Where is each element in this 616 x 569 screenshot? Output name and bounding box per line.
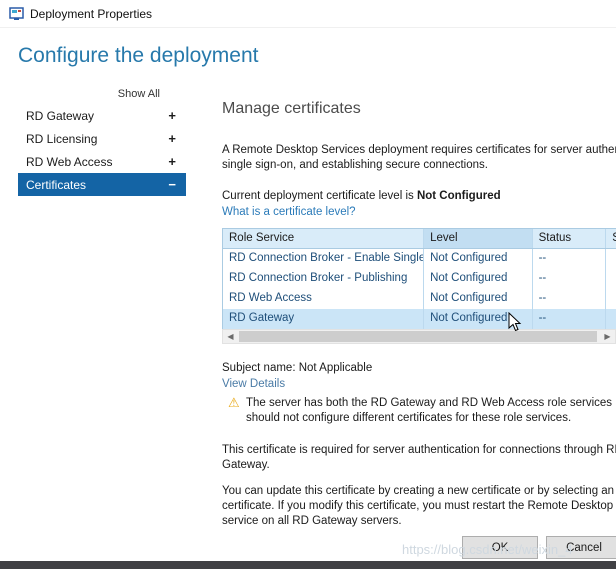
cell-state <box>606 249 616 269</box>
cell-level: Not Configured <box>424 269 533 289</box>
sidebar-item-rd-licensing[interactable]: RD Licensing + <box>18 127 186 150</box>
sidebar-item-certificates[interactable]: Certificates − <box>18 173 186 196</box>
section-title: Manage certificates <box>222 100 361 118</box>
cell-state <box>606 309 616 329</box>
table-header-row: Role Service Level Status State <box>223 229 616 249</box>
cancel-button[interactable]: Cancel <box>546 536 616 559</box>
update-cert-line-3: service on all RD Gateway servers. <box>222 515 402 527</box>
page-title: Configure the deployment <box>18 44 259 68</box>
column-header-level[interactable]: Level <box>424 229 533 248</box>
intro-line-2: single sign-on, and establishing secure … <box>222 159 488 171</box>
table-row-connection-broker-publishing[interactable]: RD Connection Broker - Publishing Not Co… <box>223 269 616 289</box>
cell-state <box>606 289 616 309</box>
sidebar-item-label: Certificates <box>26 178 86 192</box>
level-status-prefix: Current deployment certificate level is <box>222 190 417 202</box>
certificate-level-help-link[interactable]: What is a certificate level? <box>222 206 356 218</box>
bottom-edge-strip <box>0 561 616 569</box>
scroll-right-icon[interactable]: ▶ <box>600 330 615 343</box>
update-cert-line-1: You can update this certificate by creat… <box>222 485 616 497</box>
ok-button[interactable]: OK <box>462 536 538 559</box>
cell-role-service: RD Connection Broker - Publishing <box>223 269 424 289</box>
sidebar-item-label: RD Licensing <box>26 132 97 146</box>
view-details-link[interactable]: View Details <box>222 378 285 390</box>
deployment-properties-window: Deployment Properties Configure the depl… <box>0 0 616 569</box>
certificates-table: Role Service Level Status State RD Conne… <box>222 228 616 330</box>
warning-icon: ⚠ <box>228 395 240 411</box>
cert-required-line-2: Gateway. <box>222 459 270 471</box>
cell-level: Not Configured <box>424 309 533 329</box>
column-header-status[interactable]: Status <box>533 229 607 248</box>
scrollbar-thumb[interactable] <box>239 331 597 342</box>
cell-role-service: RD Web Access <box>223 289 424 309</box>
cell-role-service: RD Gateway <box>223 309 424 329</box>
expand-icon[interactable]: + <box>168 154 176 169</box>
window-title: Deployment Properties <box>30 7 152 21</box>
collapse-icon[interactable]: − <box>168 177 176 192</box>
sidebar-item-label: RD Gateway <box>26 109 94 123</box>
show-all-link[interactable]: Show All <box>18 88 160 100</box>
subject-name-line: Subject name: Not Applicable <box>222 362 372 374</box>
cell-status: -- <box>533 309 607 329</box>
certificate-level-status: Current deployment certificate level is … <box>222 190 501 202</box>
warning-line-1: The server has both the RD Gateway and R… <box>246 397 616 409</box>
sidebar-item-rd-gateway[interactable]: RD Gateway + <box>18 104 186 127</box>
column-header-role-service[interactable]: Role Service <box>223 229 424 248</box>
title-bar[interactable]: Deployment Properties <box>0 0 616 28</box>
cell-level: Not Configured <box>424 249 533 269</box>
table-horizontal-scrollbar[interactable]: ◀ ▶ <box>222 329 616 344</box>
sidebar-item-rd-web-access[interactable]: RD Web Access + <box>18 150 186 173</box>
scroll-left-icon[interactable]: ◀ <box>223 330 238 343</box>
warning-line-2: should not configure different certifica… <box>246 412 571 424</box>
table-row-rd-gateway[interactable]: RD Gateway Not Configured -- <box>223 309 616 329</box>
sidebar-nav: RD Gateway + RD Licensing + RD Web Acces… <box>18 104 186 196</box>
cell-level: Not Configured <box>424 289 533 309</box>
cell-status: -- <box>533 269 607 289</box>
cell-role-service: RD Connection Broker - Enable Single Sig… <box>223 249 424 269</box>
expand-icon[interactable]: + <box>168 108 176 123</box>
app-icon <box>9 6 25 22</box>
level-status-value: Not Configured <box>417 190 501 202</box>
cell-status: -- <box>533 289 607 309</box>
table-row-connection-broker-sso[interactable]: RD Connection Broker - Enable Single Sig… <box>223 249 616 269</box>
update-cert-line-2: certificate. If you modify this certific… <box>222 500 616 512</box>
table-row-rd-web-access[interactable]: RD Web Access Not Configured -- <box>223 289 616 309</box>
cell-state <box>606 269 616 289</box>
column-header-state[interactable]: State <box>606 229 616 248</box>
sidebar-item-label: RD Web Access <box>26 155 112 169</box>
cell-status: -- <box>533 249 607 269</box>
expand-icon[interactable]: + <box>168 131 176 146</box>
intro-line-1: A Remote Desktop Services deployment req… <box>222 144 616 156</box>
cert-required-line-1: This certificate is required for server … <box>222 444 616 456</box>
